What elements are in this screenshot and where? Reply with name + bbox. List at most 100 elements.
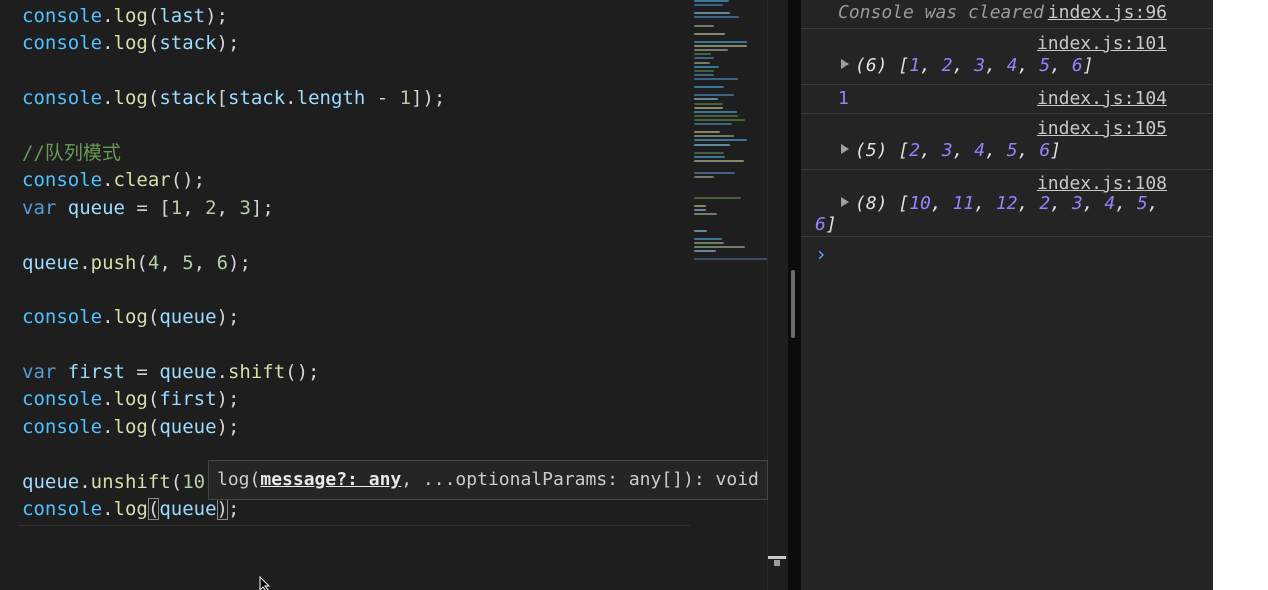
code-token: (: [147, 388, 160, 411]
code-token: = [: [124, 196, 171, 219]
code-token: first: [159, 388, 217, 411]
devtools-console[interactable]: Console was cleared index.js:96 index.js…: [801, 0, 1213, 590]
minimap-line: [694, 110, 737, 113]
scrollbar-thumb[interactable]: [774, 560, 780, 566]
console-log-row[interactable]: index.js:108 (8) [10, 11, 12, 2, 3, 4, 5…: [801, 170, 1213, 237]
code-token: queue: [159, 498, 217, 521]
console-log-row[interactable]: index.js:105 (5) [2, 3, 4, 5, 6]: [801, 114, 1213, 170]
code-token: ,: [182, 196, 206, 219]
minimap-line: [694, 213, 717, 216]
minimap[interactable]: [694, 0, 768, 262]
code-lines[interactable]: console.log(last); console.log(stack); con…: [22, 3, 445, 523]
minimap-line: [694, 16, 739, 19]
code-token: (: [147, 415, 160, 438]
code-line[interactable]: console.log(queue);: [22, 304, 445, 331]
console-source-link[interactable]: index.js:105: [1037, 118, 1167, 139]
expand-triangle-icon[interactable]: [841, 59, 849, 69]
code-token: log: [113, 32, 148, 55]
code-token: 2: [205, 196, 217, 219]
console-log-row[interactable]: index.js:101 (6) [1, 2, 3, 4, 5, 6]: [801, 29, 1213, 85]
code-token: var: [22, 196, 57, 219]
array-value: 3: [974, 55, 986, 76]
code-token: (: [147, 32, 160, 55]
minimap-line: [694, 241, 724, 244]
console-scalar-value: 1: [838, 88, 849, 109]
code-token: .: [216, 361, 228, 384]
minimap-line: [694, 73, 714, 76]
code-line[interactable]: var first = queue.shift();: [22, 359, 445, 386]
console-array-entry[interactable]: (8) [10, 11, 12, 2, 3, 4, 5, 6]: [815, 193, 1159, 235]
code-token: console: [22, 415, 103, 438]
array-value: 6: [815, 214, 826, 235]
mouse-pointer-icon: [259, 576, 271, 590]
code-token: log: [113, 415, 148, 438]
code-token: log: [113, 388, 148, 411]
expand-triangle-icon[interactable]: [841, 197, 849, 207]
editor-ruler: [767, 0, 768, 590]
code-line[interactable]: console.log(stack[stack.length - 1]);: [22, 85, 445, 112]
code-token: .: [102, 415, 114, 438]
code-line[interactable]: [22, 277, 445, 304]
minimap-line: [694, 12, 730, 15]
code-token: ();: [170, 169, 206, 192]
console-array-entry[interactable]: (5) [2, 3, 4, 5, 6]: [841, 140, 1061, 161]
minimap-line: [694, 159, 744, 162]
minimap-line: [694, 102, 723, 105]
console-source-link[interactable]: index.js:101: [1037, 33, 1167, 54]
code-line[interactable]: console.log(first);: [22, 386, 445, 413]
code-token: 6: [216, 251, 229, 274]
code-token: last: [159, 5, 206, 27]
console-log-row[interactable]: 1 index.js:104: [801, 85, 1213, 114]
minimap-line: [694, 41, 747, 43]
code-line[interactable]: [22, 332, 445, 359]
array-value: 4: [974, 140, 986, 161]
code-token: .: [102, 87, 114, 110]
code-token: push: [90, 251, 137, 274]
array-value: 6: [1071, 55, 1083, 76]
minimap-line: [694, 94, 734, 97]
console-prompt-icon[interactable]: ›: [815, 242, 827, 266]
minimap-line: [694, 205, 706, 207]
code-line[interactable]: console.log(queue);: [22, 496, 445, 523]
console-source-link[interactable]: index.js:96: [1048, 2, 1167, 23]
minimap-slider[interactable]: [694, 252, 768, 260]
code-token: =: [124, 361, 160, 384]
code-line[interactable]: console.log(queue);: [22, 414, 445, 441]
code-token: queue: [22, 470, 80, 493]
panel-resize-handle[interactable]: [791, 270, 795, 338]
scrollbar-marker[interactable]: [768, 556, 786, 559]
console-array-entry[interactable]: (6) [1, 2, 3, 4, 5, 6]: [841, 55, 1094, 76]
code-line[interactable]: console.clear();: [22, 167, 445, 194]
code-line[interactable]: //队列模式: [22, 140, 445, 167]
minimap-line: [694, 143, 730, 146]
code-token: console: [22, 388, 103, 411]
code-token: //队列模式: [22, 141, 121, 164]
code-line[interactable]: queue.push(4, 5, 6);: [22, 250, 445, 277]
array-value: 10: [909, 193, 931, 214]
code-token: console: [22, 32, 103, 55]
code-token: );: [216, 388, 240, 411]
code-token: queue: [67, 196, 125, 219]
code-line[interactable]: [22, 222, 445, 249]
array-value: 2: [909, 140, 921, 161]
current-line-highlight: [18, 522, 690, 526]
code-line[interactable]: console.log(stack);: [22, 30, 445, 57]
expand-triangle-icon[interactable]: [841, 144, 849, 154]
code-line[interactable]: console.log(last);: [22, 3, 445, 30]
console-source-link[interactable]: index.js:108: [1037, 173, 1167, 194]
array-count: (6): [855, 55, 888, 76]
code-line[interactable]: var queue = [1, 2, 3];: [22, 195, 445, 222]
code-editor[interactable]: console.log(last); console.log(stack); con…: [0, 0, 788, 590]
code-token: stack: [227, 87, 286, 110]
code-token: (: [170, 470, 183, 493]
console-source-link[interactable]: index.js:104: [1037, 88, 1167, 109]
code-line[interactable]: [22, 113, 445, 140]
minimap-line: [694, 98, 718, 101]
array-count: (8): [855, 193, 888, 214]
array-value: 5: [1039, 55, 1051, 76]
minimap-line: [694, 32, 725, 35]
code-token: );: [205, 5, 228, 27]
code-line[interactable]: [22, 58, 445, 85]
array-value: 2: [1039, 193, 1051, 214]
signature-rest: , ...optionalParams: any[]): void: [401, 469, 759, 490]
